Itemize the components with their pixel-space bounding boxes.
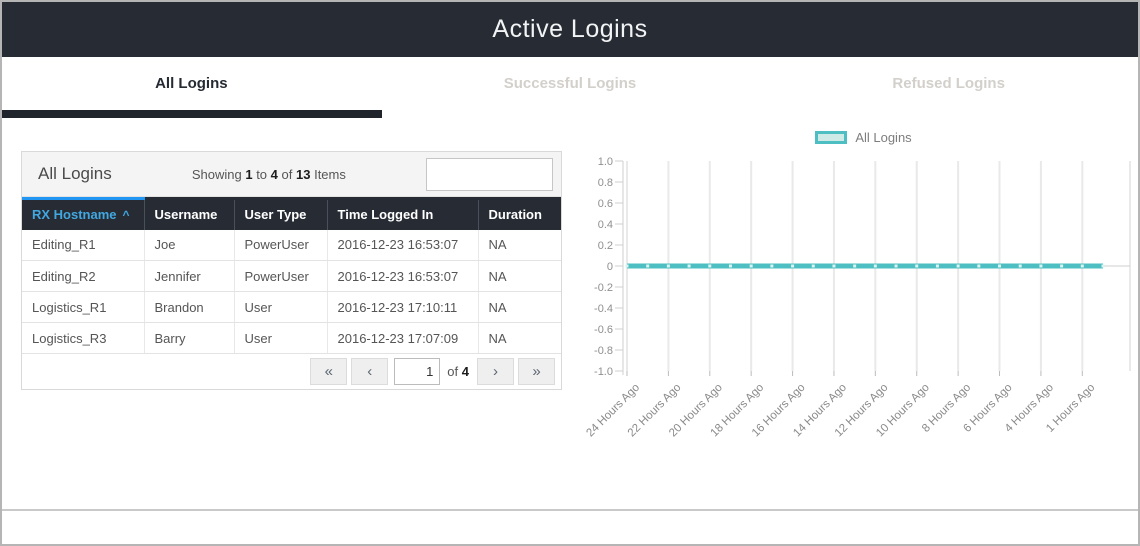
table-cell: Jennifer xyxy=(144,261,234,292)
showing-word: of xyxy=(282,167,293,182)
tab-bar: All Logins Successful Logins Refused Log… xyxy=(2,57,1138,110)
table-cell: 2016-12-23 17:10:11 xyxy=(327,292,478,323)
pagination-last-button[interactable]: » xyxy=(518,358,555,385)
table-cell: Logistics_R3 xyxy=(22,323,144,354)
table-panel-footer: « ‹ of 4 › » xyxy=(22,354,561,389)
svg-text:0.8: 0.8 xyxy=(598,177,613,189)
total-pages: 4 xyxy=(462,364,469,379)
svg-text:-1.0: -1.0 xyxy=(594,366,613,378)
table-row: Editing_R1JoePowerUser2016-12-23 16:53:0… xyxy=(22,230,561,261)
svg-text:-0.8: -0.8 xyxy=(594,345,613,357)
table-filter-input[interactable] xyxy=(426,158,553,191)
all-logins-chart: All Logins 1.00.80.60.40.20-0.2-0.4-0.6-… xyxy=(585,118,1140,510)
svg-text:-0.4: -0.4 xyxy=(594,303,613,315)
svg-text:0.2: 0.2 xyxy=(598,240,613,252)
table-cell: 2016-12-23 16:53:07 xyxy=(327,230,478,261)
table-cell: NA xyxy=(478,261,561,292)
tab-refused-logins[interactable]: Refused Logins xyxy=(759,57,1138,110)
table-row: Logistics_R1BrandonUser2016-12-23 17:10:… xyxy=(22,292,561,323)
showing-summary: Showing 1 to 4 of 13 Items xyxy=(112,167,426,182)
table-header-row: RX Hostname^UsernameUser TypeTime Logged… xyxy=(22,199,561,230)
svg-text:-0.2: -0.2 xyxy=(594,282,613,294)
all-logins-table-panel: All Logins Showing 1 to 4 of 13 Items RX… xyxy=(21,151,562,390)
showing-word: Showing xyxy=(192,167,242,182)
pagination-first-button[interactable]: « xyxy=(310,358,347,385)
table-cell: Editing_R2 xyxy=(22,261,144,292)
tab-all-logins[interactable]: All Logins xyxy=(2,57,381,110)
column-header-user-type[interactable]: User Type xyxy=(234,199,327,230)
table-cell: PowerUser xyxy=(234,230,327,261)
column-header-duration[interactable]: Duration xyxy=(478,199,561,230)
table-cell: User xyxy=(234,292,327,323)
logins-table: RX Hostname^UsernameUser TypeTime Logged… xyxy=(22,197,561,354)
app-header: Active Logins xyxy=(2,2,1138,57)
showing-word: to xyxy=(256,167,267,182)
svg-text:0: 0 xyxy=(607,261,613,273)
pagination-page-input[interactable] xyxy=(394,358,440,385)
table-cell: Brandon xyxy=(144,292,234,323)
table-cell: User xyxy=(234,323,327,354)
bottom-divider xyxy=(2,509,1138,511)
table-cell: Barry xyxy=(144,323,234,354)
table-cell: Logistics_R1 xyxy=(22,292,144,323)
tab-successful-logins[interactable]: Successful Logins xyxy=(381,57,760,110)
sort-ascending-icon: ^ xyxy=(123,208,130,222)
pagination: « ‹ of 4 › » xyxy=(306,358,555,385)
pagination-next-button[interactable]: › xyxy=(477,358,514,385)
column-header-username[interactable]: Username xyxy=(144,199,234,230)
pagination-prev-button[interactable]: ‹ xyxy=(351,358,388,385)
table-cell: NA xyxy=(478,292,561,323)
active-tab-underline xyxy=(2,110,382,118)
table-cell: NA xyxy=(478,230,561,261)
page-title: Active Logins xyxy=(492,15,647,44)
showing-word: Items xyxy=(314,167,346,182)
showing-to: 4 xyxy=(271,167,278,182)
table-cell: 2016-12-23 17:07:09 xyxy=(327,323,478,354)
showing-total: 13 xyxy=(296,167,310,182)
content-area: All Logins Showing 1 to 4 of 13 Items RX… xyxy=(2,118,1138,546)
table-cell: 2016-12-23 16:53:07 xyxy=(327,261,478,292)
showing-from: 1 xyxy=(245,167,252,182)
line-chart-canvas: 1.00.80.60.40.20-0.2-0.4-0.6-0.8-1.024 H… xyxy=(585,118,1140,510)
column-header-rx-hostname[interactable]: RX Hostname^ xyxy=(22,199,144,230)
svg-text:-0.6: -0.6 xyxy=(594,324,613,336)
table-cell: Editing_R1 xyxy=(22,230,144,261)
table-cell: PowerUser xyxy=(234,261,327,292)
active-logins-page: Active Logins All Logins Successful Logi… xyxy=(0,0,1140,546)
table-row: Logistics_R3BarryUser2016-12-23 17:07:09… xyxy=(22,323,561,354)
table-panel-header: All Logins Showing 1 to 4 of 13 Items xyxy=(22,152,561,197)
table-panel-title: All Logins xyxy=(38,164,112,184)
svg-text:0.6: 0.6 xyxy=(598,198,613,210)
table-cell: Joe xyxy=(144,230,234,261)
column-header-time-logged-in[interactable]: Time Logged In xyxy=(327,199,478,230)
pagination-of-label: of 4 xyxy=(447,364,469,379)
table-row: Editing_R2JenniferPowerUser2016-12-23 16… xyxy=(22,261,561,292)
of-word: of xyxy=(447,364,458,379)
svg-text:0.4: 0.4 xyxy=(598,219,613,231)
table-cell: NA xyxy=(478,323,561,354)
svg-text:1.0: 1.0 xyxy=(598,156,613,168)
